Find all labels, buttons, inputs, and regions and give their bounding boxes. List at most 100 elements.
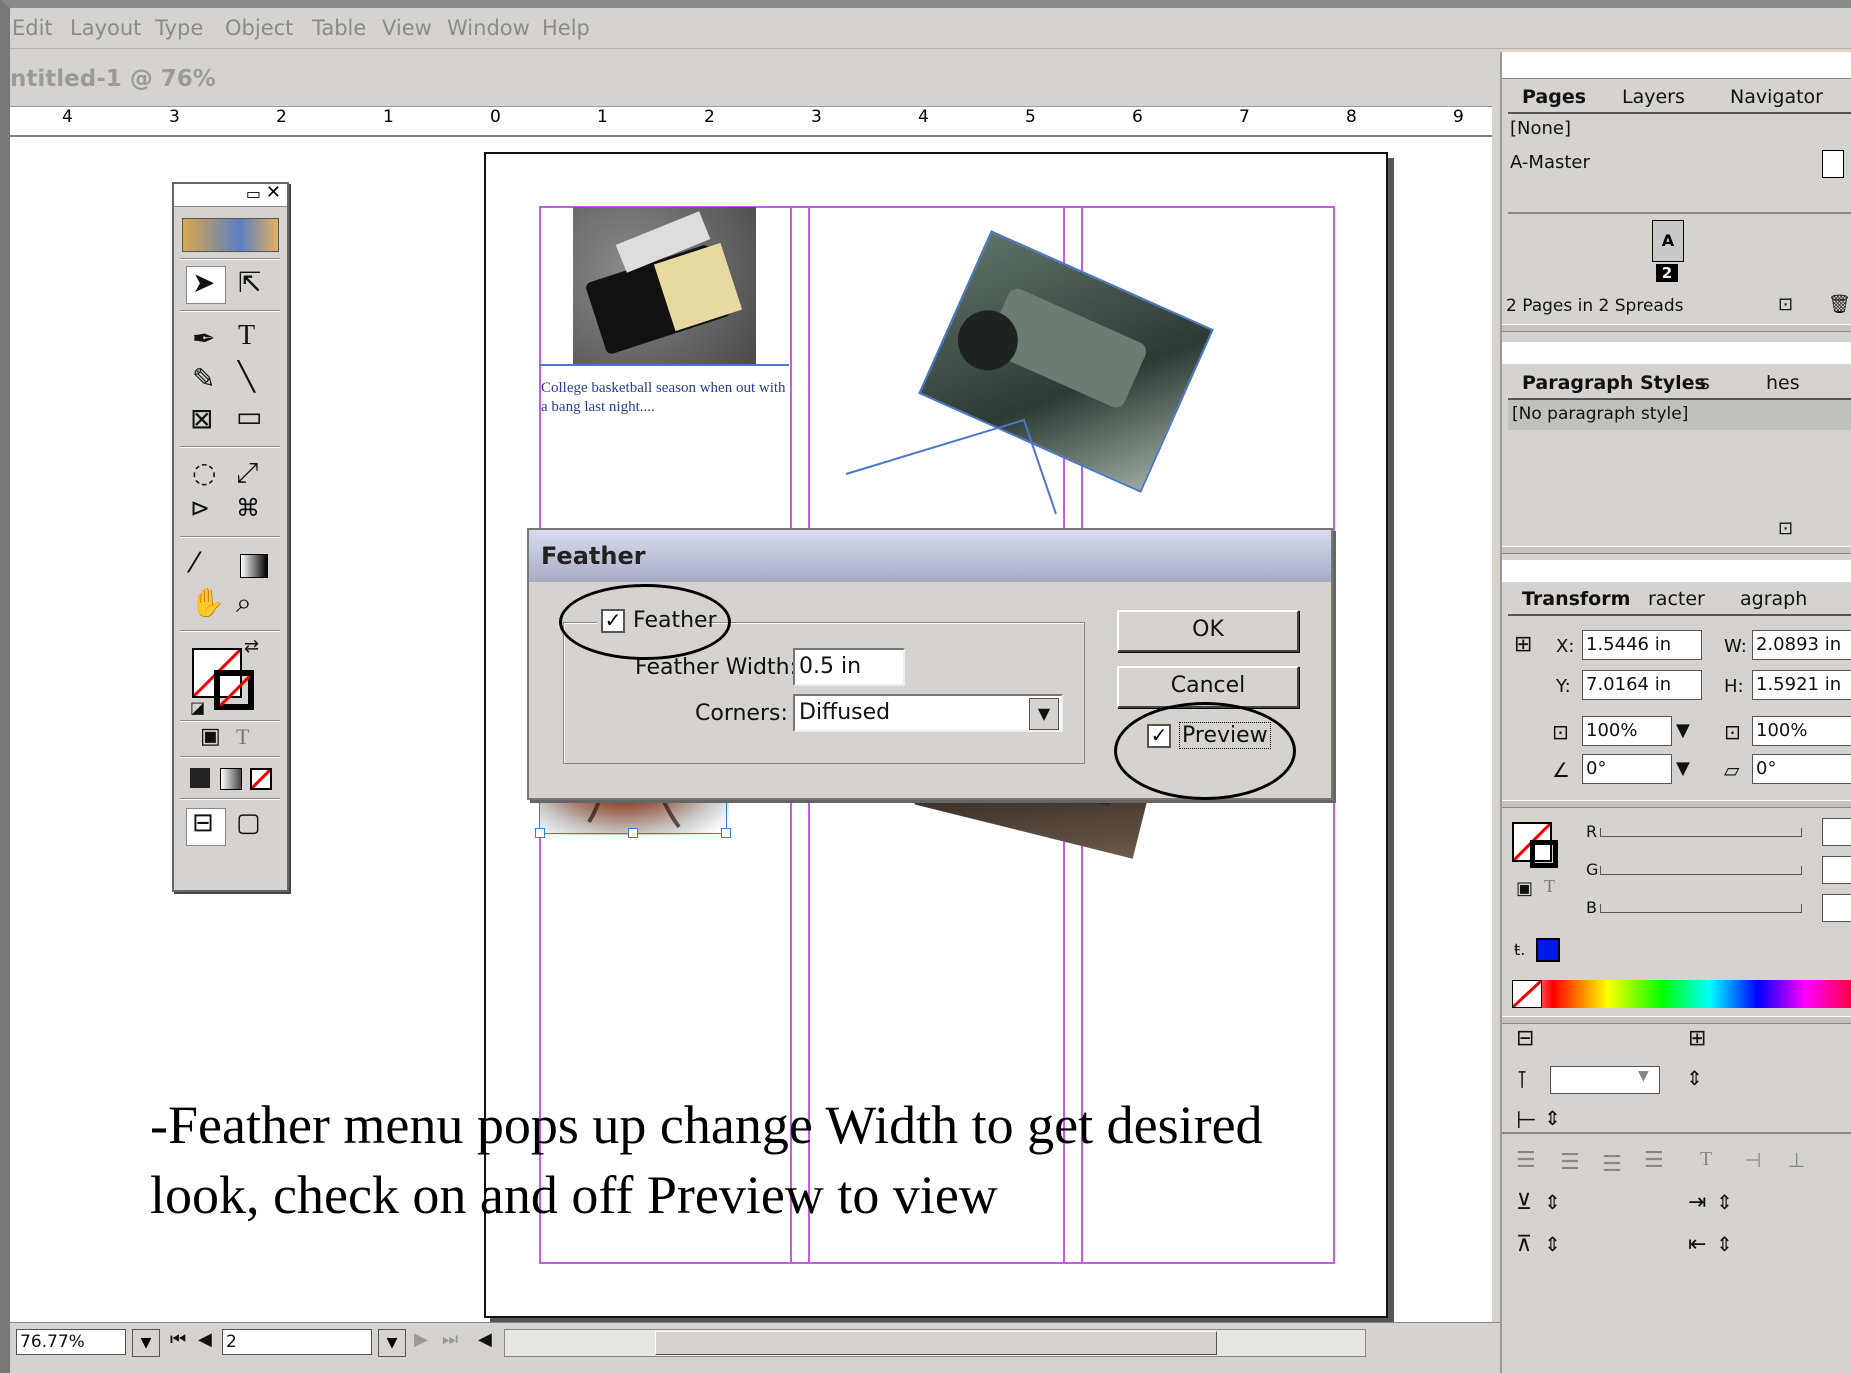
text-middle-icon[interactable]: ⊣ — [1744, 1148, 1761, 1172]
w-input[interactable]: 2.0893 in — [1752, 630, 1851, 660]
h-input[interactable]: 1.5921 in — [1752, 670, 1851, 700]
menu-help[interactable]: Help — [542, 16, 590, 40]
master-item-a[interactable]: A-Master — [1510, 152, 1590, 173]
resize-handle[interactable] — [721, 828, 731, 838]
type-tool-icon[interactable]: T — [238, 320, 255, 352]
b-input[interactable] — [1822, 894, 1851, 922]
horizontal-ruler[interactable]: 4 3 2 1 0 1 2 3 4 5 6 7 8 9 — [10, 106, 1492, 138]
page-thumbnail[interactable]: A — [1652, 220, 1684, 262]
corners-select[interactable]: Diffused ▼ — [793, 694, 1063, 732]
ok-button[interactable]: OK — [1117, 610, 1299, 652]
rotate-tool-icon[interactable]: ◌ — [192, 456, 216, 489]
line-tool-icon[interactable]: ╲ — [238, 360, 255, 393]
align-center-icon[interactable]: ☰ — [1560, 1150, 1580, 1175]
tab-paragraph-styles[interactable]: Paragraph Styles — [1522, 372, 1706, 394]
resize-handle[interactable] — [628, 828, 638, 838]
polygon-frame[interactable] — [786, 414, 1086, 534]
text-top-icon[interactable]: T — [1700, 1148, 1712, 1171]
tab-paragraph[interactable]: agraph — [1740, 588, 1807, 610]
menu-type[interactable]: Type — [155, 16, 203, 40]
menu-view[interactable]: View — [382, 16, 432, 40]
dialog-titlebar[interactable]: Feather — [529, 530, 1331, 582]
stepper-icon[interactable]: ⇕ — [1544, 1106, 1561, 1130]
delete-page-icon[interactable]: 🗑 — [1828, 294, 1851, 315]
next-page-icon[interactable]: ▶ — [414, 1329, 428, 1350]
close-icon[interactable]: ✕ — [266, 182, 281, 203]
last-page-icon[interactable]: ⏭ — [442, 1329, 458, 1350]
stepper-icon[interactable]: ⇕ — [1716, 1190, 1733, 1214]
chevron-down-icon[interactable]: ▼ — [1638, 1068, 1649, 1084]
formatting-container-icon[interactable]: ▣ — [200, 724, 221, 749]
apply-color-icon[interactable] — [190, 768, 210, 788]
chevron-down-icon[interactable]: ▼ — [1676, 758, 1690, 779]
scale-tool-icon[interactable]: ⤢ — [236, 456, 258, 490]
apply-none-icon[interactable] — [250, 768, 272, 790]
stepper-icon[interactable]: ⇕ — [1716, 1232, 1733, 1256]
panel-titlebar[interactable] — [1502, 342, 1851, 364]
stroke-swatch[interactable] — [214, 670, 254, 710]
menu-window[interactable]: Window — [447, 16, 530, 40]
vcr-tape-image[interactable] — [573, 207, 756, 364]
reference-point-icon[interactable]: ⊞ — [1514, 632, 1532, 657]
default-colors-icon[interactable]: ◪ — [190, 698, 205, 717]
zoom-tool-icon[interactable]: ⌕ — [236, 586, 252, 620]
pencil-tool-icon[interactable]: ✎ — [192, 362, 215, 395]
chevron-down-icon[interactable]: ▼ — [132, 1329, 160, 1357]
preview-mode-icon[interactable]: ▢ — [236, 808, 261, 838]
r-slider[interactable] — [1600, 828, 1802, 837]
columns-icon[interactable]: ⊞ — [1688, 1026, 1706, 1051]
x-input[interactable]: 1.5446 in — [1582, 630, 1702, 660]
text-bottom-icon[interactable]: ⊥ — [1788, 1148, 1805, 1172]
align-icon[interactable]: ⊟ — [1516, 1026, 1534, 1051]
tab-character[interactable]: racter — [1648, 588, 1705, 610]
color-stroke-swatch[interactable] — [1530, 840, 1558, 868]
free-transform-tool-icon[interactable]: ⌘ — [236, 494, 260, 522]
new-style-icon[interactable]: ⊡ — [1778, 518, 1793, 539]
hand-tool-icon[interactable]: ✋ — [190, 586, 225, 619]
tools-palette[interactable]: ▭ ✕ ➤ ⇱ ✒ T ✎ ╲ ⊠ ▭ ◌ ⤢ ⊳ ⌘ ⁄ ✋ ⌕ ⇄ ◪ ▣ … — [172, 182, 289, 892]
zoom-input[interactable]: 76.77% — [16, 1329, 126, 1355]
tab-swatches[interactable]: hes — [1766, 372, 1800, 394]
g-slider[interactable] — [1600, 866, 1802, 875]
y-input[interactable]: 7.0164 in — [1582, 670, 1702, 700]
gradient-tool-icon[interactable] — [240, 554, 268, 578]
tab-character-styles[interactable]: s — [1700, 372, 1710, 394]
page-input[interactable]: 2 — [222, 1329, 372, 1355]
panel-titlebar[interactable] — [1502, 560, 1851, 582]
menu-edit[interactable]: Edit — [12, 16, 53, 40]
normal-view-icon[interactable]: ⊟ — [192, 808, 214, 838]
horizontal-scrollbar[interactable] — [504, 1329, 1366, 1357]
menu-table[interactable]: Table — [312, 16, 366, 40]
stepper-icon[interactable]: ⇕ — [1686, 1066, 1703, 1090]
b-slider[interactable] — [1600, 904, 1802, 913]
scale-y-input[interactable]: 100% — [1752, 716, 1851, 746]
pen-tool-icon[interactable]: ✒ — [192, 322, 215, 355]
chevron-down-icon[interactable]: ▼ — [1029, 698, 1059, 730]
swap-icon[interactable]: ⇄ — [244, 636, 259, 657]
apply-gradient-icon[interactable] — [220, 768, 242, 790]
color-spectrum-ramp[interactable] — [1511, 979, 1851, 1009]
container-icon[interactable]: ▣ — [1516, 878, 1533, 899]
rectangle-tool-icon[interactable]: ▭ — [236, 400, 262, 433]
rectangle-frame-tool-icon[interactable]: ⊠ — [190, 402, 213, 435]
tab-navigator[interactable]: Navigator — [1730, 86, 1823, 108]
minimize-icon[interactable]: ▭ — [246, 184, 261, 203]
scrollbar-thumb[interactable] — [655, 1331, 1217, 1355]
scale-x-input[interactable]: 100% — [1582, 716, 1672, 746]
scroll-left-icon[interactable]: ◀ — [478, 1329, 492, 1350]
prev-page-icon[interactable]: ◀ — [198, 1329, 212, 1350]
story-text-frame[interactable]: College basketball season when out with … — [541, 379, 791, 417]
rotate-input[interactable]: 0° — [1582, 754, 1672, 784]
palette-titlebar[interactable]: ▭ ✕ — [174, 182, 287, 207]
tab-transform[interactable]: Transform — [1522, 588, 1630, 610]
stepper-icon[interactable]: ⇕ — [1544, 1232, 1561, 1256]
g-input[interactable] — [1822, 856, 1851, 884]
panel-titlebar[interactable] — [1502, 52, 1851, 79]
menu-layout[interactable]: Layout — [70, 16, 141, 40]
chevron-down-icon[interactable]: ▼ — [1676, 720, 1690, 741]
eyedropper-small-icon[interactable]: ŧ. — [1514, 940, 1525, 959]
tab-pages[interactable]: Pages — [1522, 86, 1586, 108]
direct-selection-tool-icon[interactable]: ⇱ — [238, 266, 261, 299]
resize-handle[interactable] — [535, 828, 545, 838]
last-color-swatch[interactable] — [1536, 938, 1560, 962]
